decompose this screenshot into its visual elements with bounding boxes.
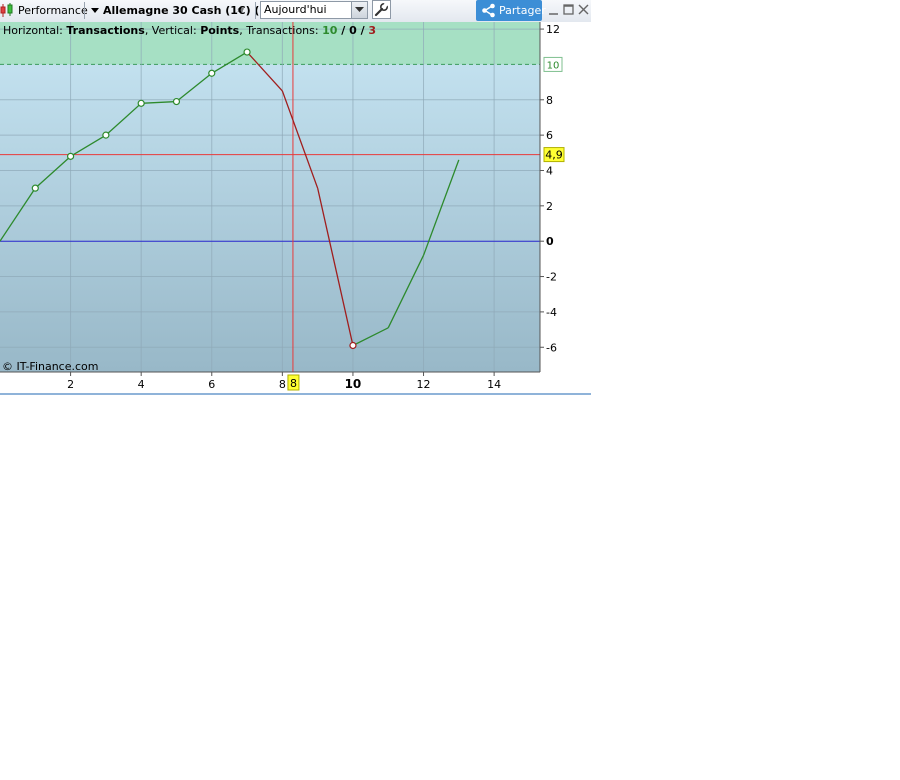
period-value: Aujourd'hui: [264, 3, 327, 16]
trade-marker: [31, 184, 39, 192]
x-tick-label: 6: [208, 378, 215, 391]
transactions-won: 10: [322, 24, 338, 37]
performance-chart[interactable]: Horizontal: Transactions, Vertical: Poin…: [0, 22, 591, 394]
y-tick-label: 0: [546, 235, 554, 248]
window-bottom-border: [0, 393, 591, 395]
y-tick-label: -6: [546, 341, 557, 354]
share-label: Partager: [499, 4, 546, 17]
instrument-selector[interactable]: Allemagne 30 Cash (1€) (-): [103, 0, 269, 21]
x-tick-label: 12: [417, 378, 431, 391]
y-tick-label: -4: [546, 306, 557, 319]
x-tick-label: 14: [487, 378, 501, 391]
y-tick-label: 12: [546, 23, 560, 36]
trade-marker: [66, 152, 75, 160]
crosshair-x-label: 8: [290, 377, 297, 390]
y-tick-label: -2: [546, 271, 557, 284]
horizontal-value: Transactions: [66, 24, 145, 37]
trade-marker: [243, 48, 251, 56]
transactions-lost: 3: [368, 24, 376, 37]
trade-marker: [172, 97, 181, 106]
transactions-prefix: , Transactions:: [239, 24, 322, 37]
performance-label[interactable]: Performance: [18, 0, 88, 21]
trade-marker: [102, 131, 110, 139]
instrument-dropdown-icon[interactable]: [91, 8, 99, 13]
horizontal-prefix: Horizontal:: [3, 24, 66, 37]
trade-marker: [137, 99, 145, 107]
vertical-value: Points: [200, 24, 239, 37]
toolbar-separator: [255, 2, 256, 19]
toolbar: Performance Allemagne 30 Cash (1€) (-) A…: [0, 0, 591, 23]
transactions-sep: /: [357, 24, 369, 37]
share-icon: [482, 3, 495, 18]
maximize-icon[interactable]: [562, 2, 575, 17]
y-tick-label: 6: [546, 129, 553, 142]
vertical-prefix: , Vertical:: [145, 24, 200, 37]
x-tick-label: 4: [138, 378, 145, 391]
period-dropdown-button[interactable]: [351, 2, 367, 18]
close-icon[interactable]: [577, 2, 590, 17]
y-tick-label: 4: [546, 164, 553, 177]
x-tick-label: 10: [345, 377, 362, 391]
y-tick-label: 8: [546, 94, 553, 107]
share-button[interactable]: Partager: [476, 0, 546, 21]
chevron-down-icon: [355, 7, 364, 12]
candlestick-icon[interactable]: [0, 3, 15, 18]
x-tick-label: 8: [279, 378, 286, 391]
wrench-icon: [374, 2, 389, 17]
trade-marker: [349, 341, 357, 350]
minimize-icon[interactable]: [547, 2, 560, 17]
toolbar-separator: [84, 2, 85, 19]
crosshair-y-label: 4,9: [545, 149, 563, 162]
transactions-sep: /: [337, 24, 349, 37]
performance-window: Performance Allemagne 30 Cash (1€) (-) A…: [0, 0, 591, 396]
chart-info-line: Horizontal: Transactions, Vertical: Poin…: [3, 24, 376, 37]
y-axis-panel: [540, 22, 591, 372]
trade-marker: [208, 69, 216, 77]
target-level-label: 10: [547, 60, 560, 71]
x-tick-label: 2: [67, 378, 74, 391]
period-select[interactable]: Aujourd'hui: [260, 1, 368, 19]
settings-wrench-button[interactable]: [372, 0, 391, 19]
copyright-label: © IT-Finance.com: [2, 360, 99, 373]
plot-background: [0, 22, 540, 372]
y-tick-label: 2: [546, 200, 553, 213]
